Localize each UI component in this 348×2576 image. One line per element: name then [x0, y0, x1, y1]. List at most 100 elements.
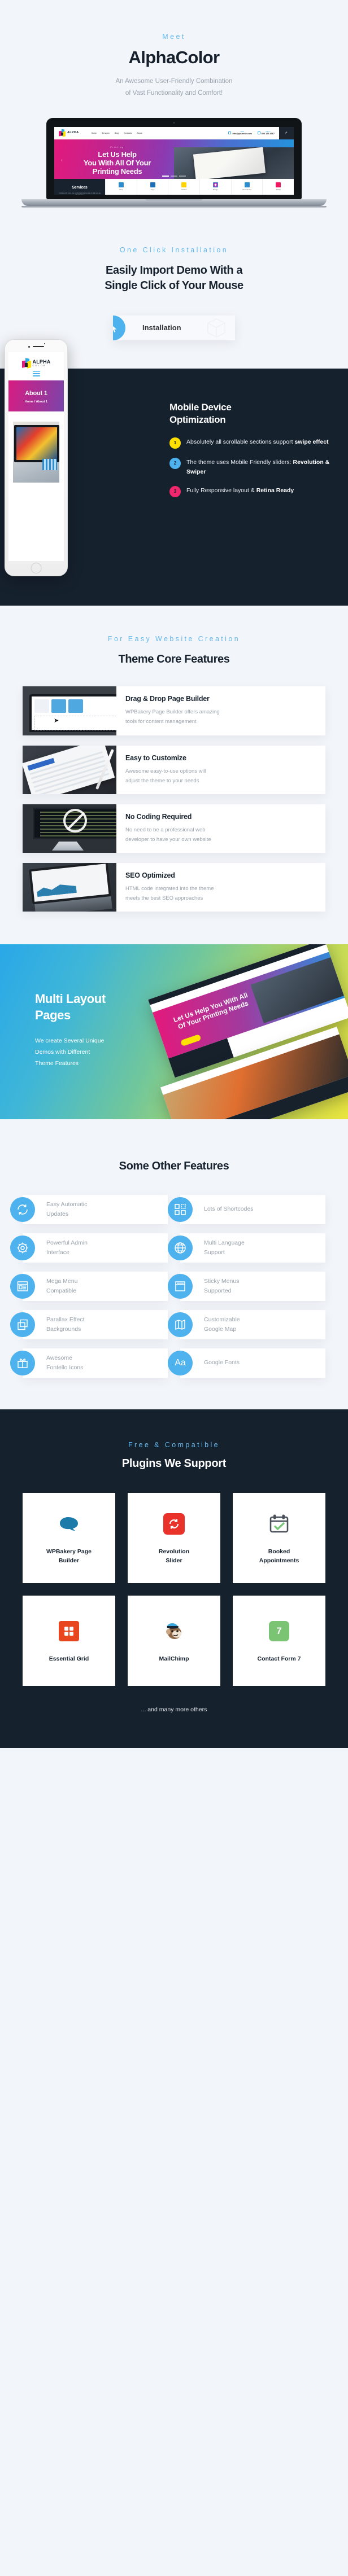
- demo-service-item[interactable]: T-Shirt: [262, 178, 294, 195]
- plugin-card[interactable]: Revolution Slider: [128, 1492, 220, 1583]
- demo-service-item[interactable]: Outdoor: [168, 178, 199, 195]
- globe-icon: [168, 1235, 193, 1260]
- phone-demo-logo: ALPHA COLOR: [8, 352, 64, 371]
- feature-card[interactable]: No Coding Required No need to be a profe…: [23, 804, 325, 853]
- feature-card[interactable]: Easy to Customize Awesome easy-to-use op…: [23, 745, 325, 794]
- mobile-item-bold: swipe effect: [294, 438, 329, 445]
- search-icon[interactable]: ⌕: [279, 126, 294, 139]
- installation-button[interactable]: Installation: [113, 315, 235, 340]
- plugin-card[interactable]: MailChimp: [128, 1595, 220, 1686]
- plugins-grid: WPBakery Page Builder Revolution Slider: [0, 1492, 348, 1686]
- demo-hero-slide: ‹ Printing Let Us Help You With All Of Y…: [54, 139, 294, 179]
- phone-logo-sub: COLOR: [32, 363, 46, 367]
- alphacolor-logo-icon: [21, 357, 32, 369]
- feature-tile[interactable]: Aa Google Fonts: [168, 1348, 325, 1378]
- cursor-icon: ➤: [54, 717, 59, 725]
- demo-navbar: ALPHA Home Services Blog Contacts About: [54, 126, 294, 139]
- feature-tile-label: Awesome Fontello Icons: [46, 1354, 84, 1371]
- feature-tile[interactable]: Customizable Google Map: [168, 1309, 325, 1339]
- demo-service-item[interactable]: Copy: [136, 178, 168, 195]
- demo-menu-item[interactable]: About: [137, 132, 142, 134]
- other-features-grid: Easy Automatic Updates Lots of Shortcode…: [0, 1194, 348, 1378]
- feature-tile-label: Parallax Effect Backgrounds: [46, 1316, 85, 1333]
- laptop-screen: ALPHA Home Services Blog Contacts About: [54, 126, 294, 195]
- seo-optimized-image: [23, 862, 116, 912]
- plugin-name: Booked Appointments: [259, 1548, 299, 1564]
- easy-customize-image: [23, 745, 116, 794]
- mobile-item-bold: Retina Ready: [256, 487, 294, 494]
- laptop-mockup: ALPHA Home Services Blog Contacts About: [0, 117, 348, 217]
- phone-screen: ALPHA COLOR About 1 Home / About 1: [8, 352, 64, 561]
- core-features-section: For Easy Website Creation Theme Core Fea…: [0, 605, 348, 945]
- feature-tile-label: Mega Menu Compatible: [46, 1277, 78, 1294]
- feature-title: Drag & Drop Page Builder: [125, 695, 210, 703]
- plugin-card[interactable]: WPBakery Page Builder: [23, 1492, 115, 1583]
- plugin-name: MailChimp: [159, 1655, 189, 1663]
- mailchimp-monkey-icon: [160, 1618, 188, 1645]
- no-coding-image: [23, 804, 116, 853]
- demo-menu-item[interactable]: Contacts: [124, 132, 132, 134]
- typography-aa-icon: Aa: [168, 1350, 193, 1375]
- install-eyebrow: One Click Installation: [119, 246, 229, 254]
- feature-card[interactable]: ➤ Drag & Drop Page Builder WPBakery Page…: [23, 686, 325, 735]
- mobile-feature-list: 1 Absolutely all scrollable sections sup…: [169, 437, 338, 497]
- demo-slide-title-l1: Let Us Help: [98, 150, 137, 159]
- phone-camera-icon: [44, 343, 45, 344]
- mobile-title-l1: Mobile Device: [169, 401, 232, 413]
- refresh-icon: [10, 1197, 35, 1222]
- feature-tile[interactable]: Powerful Admin Interface: [10, 1233, 168, 1263]
- hero-subtitle-line1: An Awesome User-Friendly Combination: [115, 78, 233, 85]
- landing-page: Meet AlphaColor An Awesome User-Friendly…: [0, 0, 348, 1748]
- badge-number: 1: [169, 437, 181, 449]
- plugins-title: Plugins We Support: [121, 1457, 227, 1470]
- hamburger-menu-icon[interactable]: [8, 371, 64, 380]
- home-button-icon[interactable]: [31, 562, 42, 573]
- feature-card[interactable]: SEO Optimized HTML code integrated into …: [23, 862, 325, 912]
- other-features-section: Some Other Features Easy Automatic Updat…: [0, 1119, 348, 1409]
- phone-mockup: ALPHA COLOR About 1 Home / About 1: [5, 339, 68, 576]
- grid-blocks-icon: [168, 1197, 193, 1222]
- feature-tile-label: Powerful Admin Interface: [46, 1239, 88, 1256]
- multi-title-l2: Pages: [35, 1008, 71, 1023]
- multi-layout-title: Multi Layout Pages: [35, 991, 154, 1023]
- wpbakery-logo-icon: [55, 1510, 82, 1537]
- demo-phone: Call Us 800 123 4567: [257, 130, 275, 136]
- demo-menu-item[interactable]: Services: [102, 132, 110, 134]
- hero-subtitle-line2: of Vast Functionality and Comfort!: [125, 90, 223, 97]
- sticky-window-icon: [168, 1273, 193, 1299]
- slider-prev-icon[interactable]: ‹: [61, 157, 63, 163]
- plugin-card[interactable]: 7 Contact Form 7: [233, 1595, 325, 1686]
- feature-tile[interactable]: Parallax Effect Backgrounds: [10, 1309, 168, 1339]
- feature-tile[interactable]: Easy Automatic Updates: [10, 1194, 168, 1224]
- envelope-icon: [228, 132, 232, 135]
- feature-tile[interactable]: Sticky Menus Supported: [168, 1271, 325, 1301]
- plugin-name: Contact Form 7: [257, 1655, 301, 1663]
- demo-menu-item[interactable]: Home: [91, 132, 97, 134]
- plugin-card[interactable]: Essential Grid: [23, 1595, 115, 1686]
- demo-logo: ALPHA: [59, 129, 79, 137]
- feature-tile-label: Customizable Google Map: [204, 1316, 240, 1333]
- no-entry-icon: [63, 808, 87, 833]
- cursor-click-icon: [113, 315, 125, 340]
- mobile-item-text: Absolutely all scrollable sections suppo…: [186, 438, 295, 445]
- demo-menu-item[interactable]: Blog: [115, 132, 119, 134]
- plugin-name: Essential Grid: [49, 1655, 89, 1663]
- laptop-body: ALPHA Home Services Blog Contacts About: [46, 117, 302, 199]
- alphacolor-logo-icon: [59, 129, 66, 137]
- feature-tile[interactable]: Mega Menu Compatible: [10, 1271, 168, 1301]
- badge-number: 3: [169, 485, 181, 497]
- list-item: 2 The theme uses Mobile Friendly sliders…: [169, 457, 338, 477]
- feature-tile[interactable]: Lots of Shortcodes: [168, 1194, 325, 1224]
- demo-slide-title-l3: Printing Needs: [92, 167, 142, 176]
- demo-logo-text: ALPHA: [67, 130, 79, 134]
- plugin-card[interactable]: Booked Appointments: [233, 1492, 325, 1583]
- core-eyebrow: For Easy Website Creation: [107, 634, 241, 643]
- feature-tile[interactable]: Awesome Fontello Icons: [10, 1348, 168, 1378]
- demo-service-item[interactable]: Promotional: [230, 178, 263, 195]
- feature-title: SEO Optimized: [125, 871, 175, 879]
- feature-desc: HTML code integrated into the theme meet…: [125, 885, 214, 901]
- demo-service-item[interactable]: Design: [199, 178, 231, 195]
- feature-tile[interactable]: Multi Language Support: [168, 1233, 325, 1263]
- demo-service-item[interactable]: Print: [105, 178, 137, 195]
- mobile-item-text: Fully Responsive layout &: [186, 487, 256, 494]
